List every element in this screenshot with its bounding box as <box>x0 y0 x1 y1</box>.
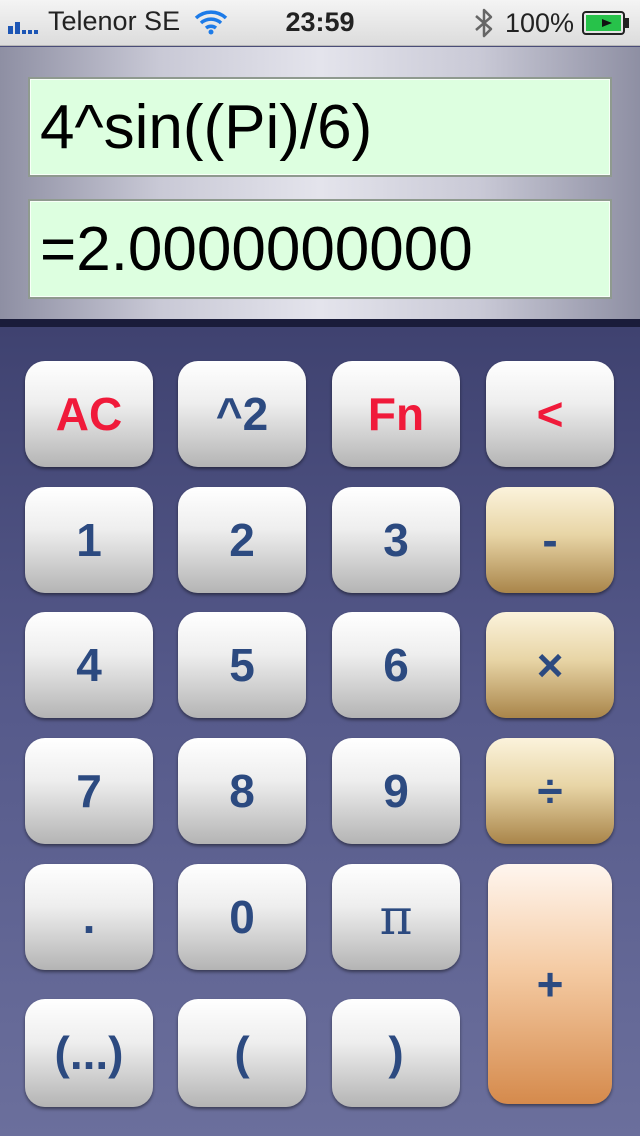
digit-3-button[interactable]: 3 <box>332 487 460 593</box>
multiply-button[interactable]: × <box>486 612 614 718</box>
digit-4-button[interactable]: 4 <box>25 612 153 718</box>
digit-9-button[interactable]: 9 <box>332 738 460 844</box>
keypad: AC ^2 Fn < 1 2 3 - 4 5 6 × 7 8 9 ÷ . 0 π… <box>0 327 640 1136</box>
status-bar: Telenor SE 23:59 100% <box>0 0 640 46</box>
digit-6-button[interactable]: 6 <box>332 612 460 718</box>
expression-display: 4^sin((Pi)/6) <box>28 77 612 177</box>
pi-button[interactable]: π <box>332 864 460 970</box>
bluetooth-icon <box>475 8 493 38</box>
decimal-point-button[interactable]: . <box>25 864 153 970</box>
digit-5-button[interactable]: 5 <box>178 612 306 718</box>
divide-button[interactable]: ÷ <box>486 738 614 844</box>
plus-button[interactable]: + <box>488 864 612 1104</box>
digit-7-button[interactable]: 7 <box>25 738 153 844</box>
parenthesize-button[interactable]: (...) <box>25 999 153 1107</box>
close-paren-button[interactable]: ) <box>332 999 460 1107</box>
minus-button[interactable]: - <box>486 487 614 593</box>
backspace-button[interactable]: < <box>486 361 614 467</box>
open-paren-button[interactable]: ( <box>178 999 306 1107</box>
square-button[interactable]: ^2 <box>178 361 306 467</box>
result-display: =2.0000000000 <box>28 199 612 299</box>
battery-percentage: 100% <box>504 7 574 38</box>
battery-charging-icon <box>582 11 629 35</box>
function-button[interactable]: Fn <box>332 361 460 467</box>
all-clear-button[interactable]: AC <box>25 361 153 467</box>
digit-0-button[interactable]: 0 <box>178 864 306 970</box>
display-panel: 4^sin((Pi)/6) =2.0000000000 <box>0 47 640 327</box>
digit-2-button[interactable]: 2 <box>178 487 306 593</box>
digit-8-button[interactable]: 8 <box>178 738 306 844</box>
digit-1-button[interactable]: 1 <box>25 487 153 593</box>
